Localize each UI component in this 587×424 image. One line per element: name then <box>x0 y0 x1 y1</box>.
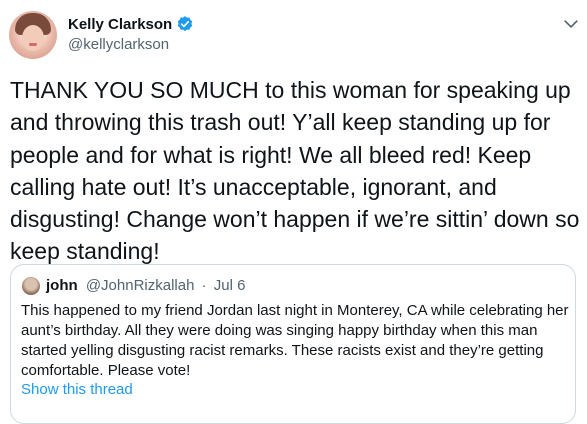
quoted-tweet[interactable]: john @JohnRizkallah · Jul 6 This happene… <box>10 264 576 424</box>
tweet-text: THANK YOU SO MUCH to this woman for spea… <box>10 77 580 265</box>
separator-dot: · <box>201 277 207 294</box>
author-name-row: Kelly Clarkson <box>68 14 194 34</box>
quoted-tweet-header: john @JohnRizkallah · Jul 6 <box>46 276 245 296</box>
author-display-name[interactable]: Kelly Clarkson <box>68 16 172 33</box>
author-avatar[interactable] <box>9 11 57 59</box>
quoted-author-name: john <box>46 277 78 294</box>
tweet-card: Kelly Clarkson @kellyclarkson THANK YOU … <box>0 0 587 424</box>
quoted-author-avatar <box>22 277 40 295</box>
verified-badge-icon <box>178 16 193 32</box>
chevron-down-icon[interactable] <box>561 14 581 34</box>
quoted-author-handle: @JohnRizkallah <box>85 277 195 294</box>
author-handle[interactable]: @kellyclarkson <box>68 36 169 53</box>
quoted-tweet-date: Jul 6 <box>213 277 246 294</box>
avatar-face <box>22 25 44 51</box>
avatar-lips <box>29 43 37 46</box>
show-thread-link[interactable]: Show this thread <box>21 381 133 398</box>
quoted-tweet-text: This happened to my friend Jordan last n… <box>21 302 569 379</box>
